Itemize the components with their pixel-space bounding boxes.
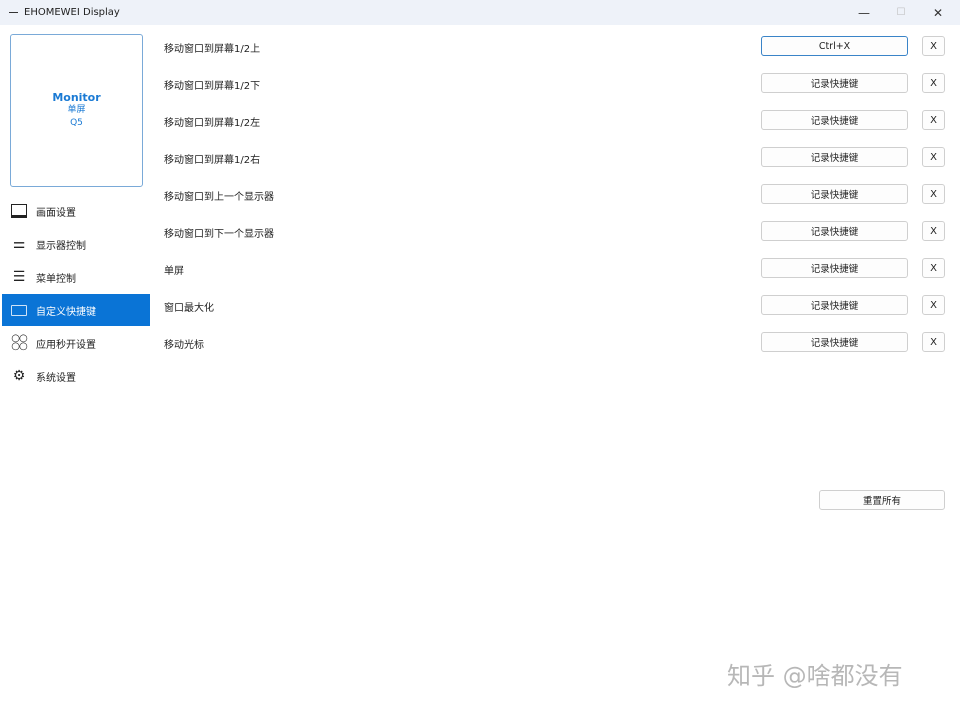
clear-shortcut-button[interactable]: X xyxy=(922,147,945,167)
shortcut-row: 移动窗口到屏幕1/2下 记录快捷键 X xyxy=(164,73,946,95)
record-shortcut-button[interactable]: 记录快捷键 xyxy=(761,295,908,315)
menu-icon: ☰ xyxy=(12,269,26,285)
shortcut-label: 移动窗口到屏幕1/2右 xyxy=(164,155,261,166)
sliders-icon: ⚌ xyxy=(12,236,26,252)
record-shortcut-button[interactable]: 记录快捷键 xyxy=(761,73,908,93)
sidebar-item-app-quick-launch[interactable]: ○○ ○○ 应用秒开设置 xyxy=(2,327,150,359)
shortcut-label: 移动窗口到上一个显示器 xyxy=(164,192,274,203)
shortcut-label: 窗口最大化 xyxy=(164,303,214,314)
shortcut-row: 移动窗口到屏幕1/2左 记录快捷键 X xyxy=(164,110,946,132)
monitor-icon xyxy=(10,202,28,220)
shortcut-label: 移动窗口到屏幕1/2上 xyxy=(164,44,261,55)
sidebar-item-display-control[interactable]: ⚌ 显示器控制 xyxy=(2,228,150,260)
close-button[interactable]: ✕ xyxy=(920,0,956,25)
watermark: 知乎 @啥都没有 xyxy=(727,662,903,690)
sidebar-item-label: 显示器控制 xyxy=(36,240,86,252)
sidebar-item-label: 菜单控制 xyxy=(36,273,76,285)
record-shortcut-button[interactable]: 记录快捷键 xyxy=(761,332,908,352)
reset-all-button[interactable]: 重置所有 xyxy=(819,490,945,510)
shortcut-label: 移动窗口到下一个显示器 xyxy=(164,229,274,240)
record-shortcut-button[interactable]: Ctrl+X xyxy=(761,36,908,56)
clear-shortcut-button[interactable]: X xyxy=(922,36,945,56)
clear-shortcut-button[interactable]: X xyxy=(922,184,945,204)
keyboard-icon xyxy=(10,301,28,319)
shortcut-row: 移动光标 记录快捷键 X xyxy=(164,332,946,354)
maximize-button[interactable]: ☐ xyxy=(883,0,919,25)
sidebar-item-label: 应用秒开设置 xyxy=(36,339,96,351)
clear-shortcut-button[interactable]: X xyxy=(922,295,945,315)
record-shortcut-button[interactable]: 记录快捷键 xyxy=(761,184,908,204)
window-title: EHOMEWEI Display xyxy=(24,7,120,18)
monitor-mode: 单屏 xyxy=(67,105,86,115)
shortcut-row: 单屏 记录快捷键 X xyxy=(164,258,946,280)
sidebar-item-picture-settings[interactable]: 画面设置 xyxy=(2,195,150,227)
minimize-button[interactable]: — xyxy=(846,0,882,25)
monitor-card[interactable]: Monitor 单屏 Q5 xyxy=(10,34,143,187)
record-shortcut-button[interactable]: 记录快捷键 xyxy=(761,147,908,167)
monitor-model: Q5 xyxy=(70,118,83,128)
sidebar-item-system-settings[interactable]: ⚙ 系统设置 xyxy=(2,360,150,392)
record-shortcut-button[interactable]: 记录快捷键 xyxy=(761,221,908,241)
shortcut-label: 移动窗口到屏幕1/2下 xyxy=(164,81,261,92)
sidebar-item-menu-control[interactable]: ☰ 菜单控制 xyxy=(2,261,150,293)
clear-shortcut-button[interactable]: X xyxy=(922,258,945,278)
sidebar-item-label: 系统设置 xyxy=(36,372,76,384)
shortcut-row: 移动窗口到屏幕1/2右 记录快捷键 X xyxy=(164,147,946,169)
shortcut-row: 移动窗口到下一个显示器 记录快捷键 X xyxy=(164,221,946,243)
shortcut-label: 移动光标 xyxy=(164,340,204,351)
app-icon xyxy=(9,12,18,13)
clear-shortcut-button[interactable]: X xyxy=(922,221,945,241)
shortcut-row: 移动窗口到上一个显示器 记录快捷键 X xyxy=(164,184,946,206)
sidebar-item-label: 画面设置 xyxy=(36,207,76,219)
record-shortcut-button[interactable]: 记录快捷键 xyxy=(761,110,908,130)
gear-icon: ⚙ xyxy=(12,368,26,384)
shortcut-label: 单屏 xyxy=(164,266,184,277)
clear-shortcut-button[interactable]: X xyxy=(922,332,945,352)
shortcut-row: 窗口最大化 记录快捷键 X xyxy=(164,295,946,317)
monitor-name: Monitor xyxy=(52,91,101,104)
sidebar-item-custom-shortcuts[interactable]: 自定义快捷键 xyxy=(2,294,150,326)
clear-shortcut-button[interactable]: X xyxy=(922,110,945,130)
shortcut-row: 移动窗口到屏幕1/2上 Ctrl+X X xyxy=(164,36,946,58)
shortcut-label: 移动窗口到屏幕1/2左 xyxy=(164,118,261,129)
clear-shortcut-button[interactable]: X xyxy=(922,73,945,93)
sidebar-item-label: 自定义快捷键 xyxy=(36,306,96,318)
record-shortcut-button[interactable]: 记录快捷键 xyxy=(761,258,908,278)
apps-icon: ○○ ○○ xyxy=(11,333,27,352)
title-bar: EHOMEWEI Display — ☐ ✕ xyxy=(0,0,960,25)
